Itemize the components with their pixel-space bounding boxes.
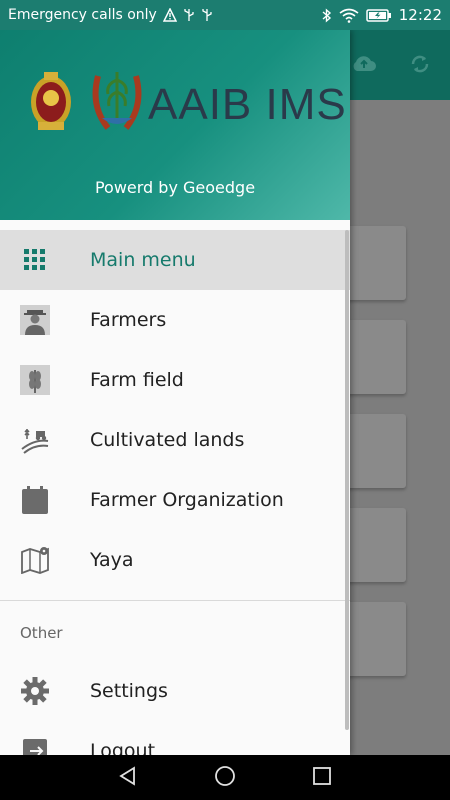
menu-item-yaya[interactable]: Yaya xyxy=(0,530,350,590)
section-title-other: Other xyxy=(20,624,63,642)
usb-icon xyxy=(201,8,213,22)
status-bar: Emergency calls only 12:22 xyxy=(0,0,450,30)
menu-item-farmer-organization[interactable]: Farmer Organization xyxy=(0,470,350,530)
drawer-scrollbar[interactable] xyxy=(345,230,349,730)
drawer-menu: Main menu Farmers Farm field Cultivated … xyxy=(0,230,350,755)
field-icon xyxy=(20,425,50,455)
back-icon[interactable] xyxy=(118,765,138,790)
menu-item-farmers[interactable]: Farmers xyxy=(0,290,350,350)
recents-icon[interactable] xyxy=(312,766,332,790)
gear-icon xyxy=(20,676,50,706)
map-icon xyxy=(20,545,50,575)
crop-icon xyxy=(20,365,50,395)
menu-item-main-menu[interactable]: Main menu xyxy=(0,230,350,290)
clock-text: 12:22 xyxy=(398,6,442,24)
bluetooth-icon xyxy=(322,7,332,23)
system-nav-bar xyxy=(0,755,450,800)
logout-icon xyxy=(20,736,50,755)
powered-by-text: Powerd by Geoedge xyxy=(94,178,256,197)
menu-item-label: Main menu xyxy=(90,249,196,271)
cloud-upload-icon[interactable] xyxy=(350,50,378,82)
wifi-alert-icon xyxy=(339,8,359,23)
menu-item-label: Cultivated lands xyxy=(90,429,245,451)
menu-item-cultivated-lands[interactable]: Cultivated lands xyxy=(0,410,350,470)
calendar-icon xyxy=(20,485,50,515)
menu-item-label: Farmers xyxy=(90,309,167,331)
drawer-header: AAIB IMS Powerd by Geoedge xyxy=(0,30,350,220)
menu-item-label: Yaya xyxy=(90,549,134,571)
brand-title: AAIB IMS xyxy=(148,80,347,129)
menu-item-label: Logout xyxy=(90,740,156,755)
battery-charging-icon xyxy=(366,8,392,23)
menu-item-settings[interactable]: Settings xyxy=(0,661,350,721)
menu-item-label: Settings xyxy=(90,680,168,702)
farmer-icon xyxy=(20,305,50,335)
aaib-logo xyxy=(88,66,146,140)
home-icon[interactable] xyxy=(214,765,236,791)
navigation-drawer: AAIB IMS Powerd by Geoedge Main menu Far… xyxy=(0,30,350,755)
sync-icon[interactable] xyxy=(406,50,434,82)
warning-icon xyxy=(162,8,177,22)
grid-icon xyxy=(20,245,50,275)
menu-item-label: Farm field xyxy=(90,369,184,391)
menu-item-logout[interactable]: Logout xyxy=(0,721,350,755)
usb-icon xyxy=(183,8,195,22)
menu-item-farm-field[interactable]: Farm field xyxy=(0,350,350,410)
carrier-text: Emergency calls only xyxy=(8,7,157,23)
menu-item-label: Farmer Organization xyxy=(90,489,284,511)
national-emblem-logo xyxy=(26,68,76,138)
